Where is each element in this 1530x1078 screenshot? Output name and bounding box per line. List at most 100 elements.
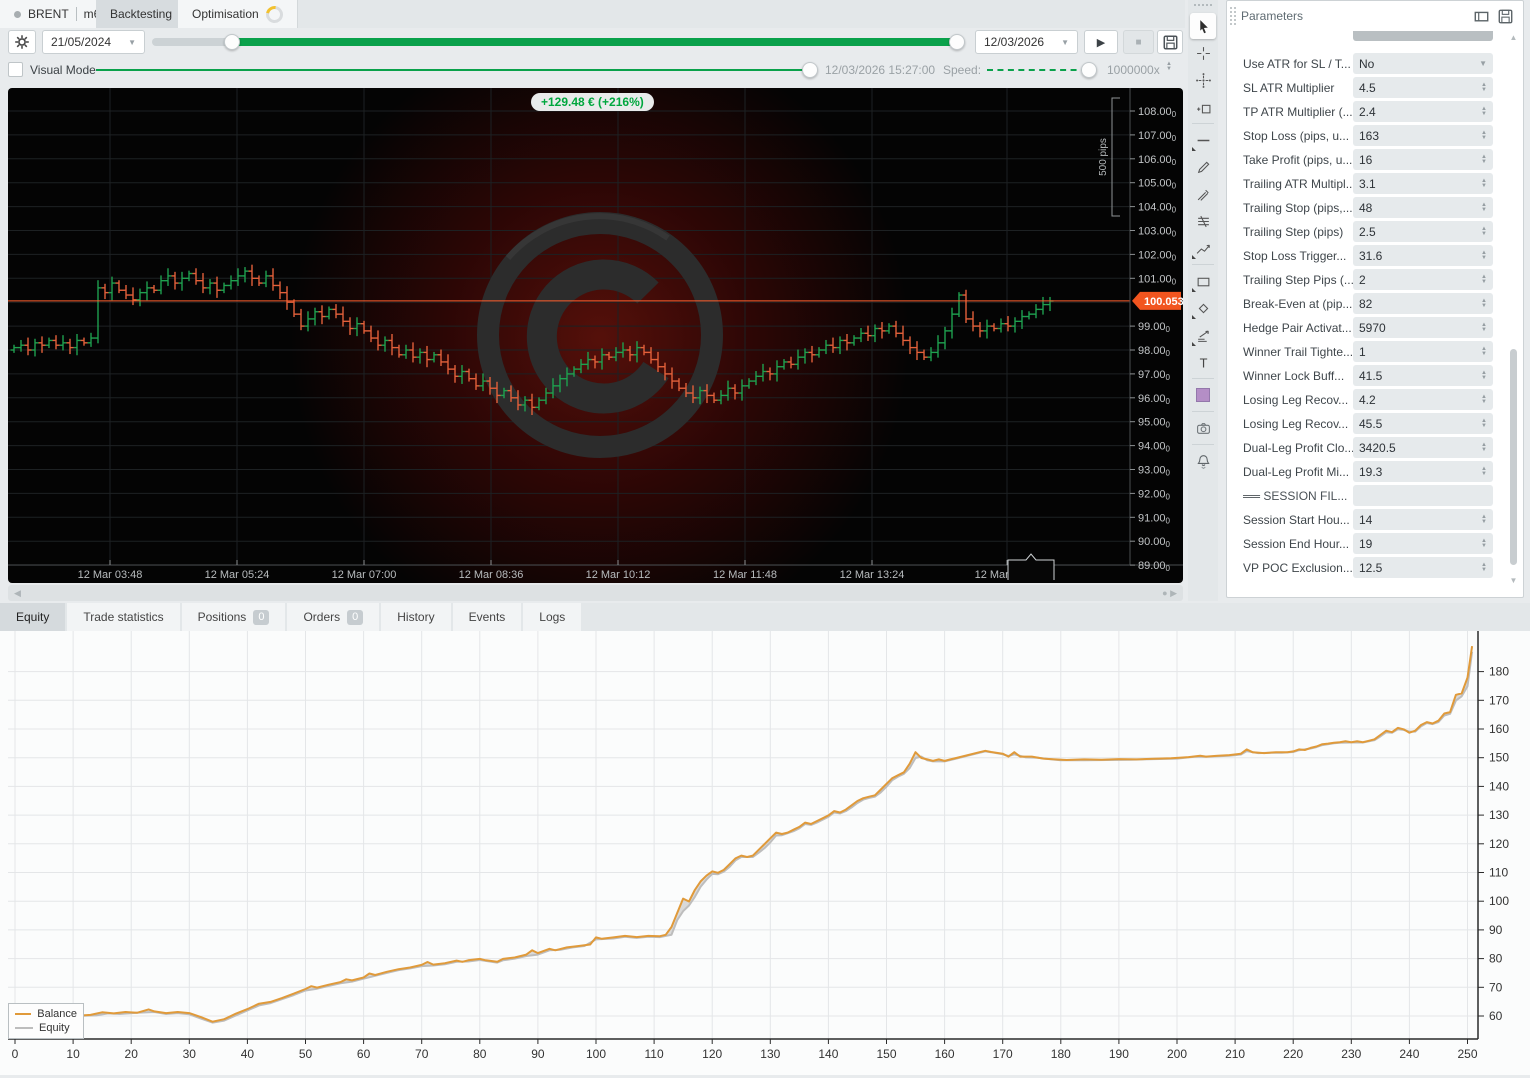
pencil-tool[interactable] [1190, 154, 1216, 180]
param-input[interactable]: 16 ▲ ▼ [1353, 149, 1493, 170]
param-input[interactable]: 1 ▲ ▼ [1353, 341, 1493, 362]
value-stepper[interactable]: ▲ ▼ [1481, 346, 1487, 357]
param-input[interactable]: 45.5 ▲ ▼ [1353, 413, 1493, 434]
value-stepper[interactable]: ▲ ▼ [1481, 274, 1487, 285]
value-stepper[interactable]: ▲ ▼ [1481, 130, 1487, 141]
pointer-tool[interactable] [1190, 13, 1216, 39]
svg-text:12 Mar 08:36: 12 Mar 08:36 [459, 569, 524, 581]
param-input[interactable]: 4.5 ▲ ▼ [1353, 77, 1493, 98]
param-input[interactable]: 82 ▲ ▼ [1353, 293, 1493, 314]
fibonacci-tool[interactable] [1190, 208, 1216, 234]
crosshair-tool[interactable] [1190, 40, 1216, 66]
param-input[interactable]: 48 ▲ ▼ [1353, 197, 1493, 218]
scroll-down-icon[interactable]: ▼ [1508, 576, 1519, 585]
value-stepper[interactable]: ▲ ▼ [1481, 514, 1487, 525]
period-slider-end-handle[interactable] [949, 34, 965, 50]
param-input[interactable]: 3.1 ▲ ▼ [1353, 173, 1493, 194]
param-input[interactable]: 3420.5 ▲ ▼ [1353, 437, 1493, 458]
magnet-tool[interactable] [1190, 94, 1216, 120]
param-input[interactable]: 19.3 ▲ ▼ [1353, 461, 1493, 482]
value-stepper[interactable]: ▲ ▼ [1481, 106, 1487, 117]
svg-text:100: 100 [586, 1047, 606, 1061]
tab-positions[interactable]: Positions 0 [181, 603, 286, 631]
color-swatch-tool[interactable] [1190, 382, 1216, 408]
svg-text:90: 90 [531, 1047, 545, 1061]
brush-tool[interactable] [1190, 181, 1216, 207]
value-stepper[interactable]: ▲ ▼ [1481, 178, 1487, 189]
param-input[interactable]: 4.2 ▲ ▼ [1353, 389, 1493, 410]
value-stepper[interactable]: ▲ ▼ [1481, 82, 1487, 93]
speed-stepper[interactable]: ▲ ▼ [1166, 61, 1172, 72]
value-stepper[interactable]: ▲ ▼ [1481, 226, 1487, 237]
param-input[interactable] [1353, 485, 1493, 506]
tab-trade-statistics[interactable]: Trade statistics [67, 603, 180, 631]
svg-text:130: 130 [1489, 808, 1509, 822]
tab-history[interactable]: History [381, 603, 451, 631]
value-stepper[interactable]: ▲ ▼ [1481, 538, 1487, 549]
param-input[interactable]: 41.5 ▲ ▼ [1353, 365, 1493, 386]
rectangle-tool[interactable] [1190, 268, 1216, 294]
tab-orders[interactable]: Orders 0 [287, 603, 380, 631]
play-button[interactable]: ▶ [1084, 30, 1118, 54]
visual-mode-checkbox[interactable] [8, 62, 23, 77]
scroll-right-controls[interactable]: ● ▶ [1162, 588, 1177, 599]
undock-panel-icon[interactable] [1474, 9, 1489, 24]
polyline-tool[interactable] [1190, 235, 1216, 261]
value-stepper[interactable]: ▲ ▼ [1481, 298, 1487, 309]
alerts-tool[interactable] [1190, 448, 1216, 474]
period-slider-start-handle[interactable] [224, 34, 240, 50]
value-stepper[interactable]: ▲ ▼ [1481, 154, 1487, 165]
svg-text:40: 40 [241, 1047, 255, 1061]
param-input[interactable]: 5970 ▲ ▼ [1353, 317, 1493, 338]
param-input[interactable]: 2 ▲ ▼ [1353, 269, 1493, 290]
projection-tool[interactable] [1190, 322, 1216, 348]
speed-slider[interactable] [987, 69, 1087, 71]
tab-optimisation[interactable]: Optimisation [178, 0, 298, 28]
tab-backtesting[interactable]: Backtesting [96, 0, 188, 28]
parameters-list: Use ATR for SL / T... No ▼ SL ATR Multiplie… [1227, 31, 1523, 597]
value-stepper[interactable]: ▲ ▼ [1481, 466, 1487, 477]
scroll-up-icon[interactable]: ▲ [1508, 33, 1519, 42]
save-parameters-icon[interactable] [1498, 9, 1513, 24]
value-stepper[interactable]: ▲ ▼ [1481, 562, 1487, 573]
tab-events[interactable]: Events [452, 603, 522, 631]
tab-logs[interactable]: Logs [523, 603, 582, 631]
value-stepper[interactable]: ▲ ▼ [1481, 442, 1487, 453]
param-input[interactable]: 12.5 ▲ ▼ [1353, 557, 1493, 578]
scroll-left-arrow-icon[interactable]: ◀ [14, 588, 21, 599]
save-report-button[interactable] [1157, 30, 1183, 54]
settings-button[interactable] [8, 30, 36, 54]
playback-position-handle[interactable] [802, 62, 818, 78]
param-input[interactable]: 31.6 ▲ ▼ [1353, 245, 1493, 266]
value-stepper[interactable]: ▲ ▼ [1481, 322, 1487, 333]
speed-slider-handle[interactable] [1081, 62, 1097, 78]
horizontal-line-tool[interactable] [1190, 127, 1216, 153]
playback-position-slider[interactable] [96, 69, 808, 71]
param-input[interactable]: 163 ▲ ▼ [1353, 125, 1493, 146]
svg-text:150: 150 [1489, 751, 1509, 765]
price-chart[interactable]: 89.000 90.000 91.000 92.000 93.000 94.000 95.0… [8, 88, 1183, 583]
value-stepper[interactable]: ▲ ▼ [1481, 202, 1487, 213]
tab-equity[interactable]: Equity [0, 603, 66, 631]
crosshair-snap-tool[interactable] [1190, 67, 1216, 93]
value-stepper[interactable]: ▲ ▼ [1481, 418, 1487, 429]
param-input[interactable]: 2.5 ▲ ▼ [1353, 221, 1493, 242]
start-date-select[interactable]: 21/05/2024 ▼ [42, 30, 145, 54]
svg-text:108.000: 108.000 [1138, 106, 1177, 119]
diamond-tool[interactable] [1190, 295, 1216, 321]
value-stepper[interactable]: ▲ ▼ [1481, 394, 1487, 405]
value-stepper[interactable]: ▲ ▼ [1481, 370, 1487, 381]
toolstrip-grip[interactable] [1194, 4, 1212, 9]
param-select[interactable]: No ▼ [1353, 53, 1493, 74]
chart-scrollbar[interactable]: ◀ ● ▶ [8, 585, 1183, 601]
text-tool[interactable]: T [1190, 349, 1216, 375]
scrollbar-thumb[interactable] [1510, 349, 1517, 565]
param-input[interactable]: 19 ▲ ▼ [1353, 533, 1493, 554]
parameters-scrollbar[interactable]: ▲ ▼ [1508, 33, 1519, 585]
value-stepper[interactable]: ▲ ▼ [1481, 250, 1487, 261]
stop-button[interactable]: ■ [1123, 30, 1154, 54]
param-input[interactable]: 2.4 ▲ ▼ [1353, 101, 1493, 122]
end-date-select[interactable]: 12/03/2026 ▼ [975, 30, 1078, 54]
snapshot-tool[interactable] [1190, 415, 1216, 441]
param-input[interactable]: 14 ▲ ▼ [1353, 509, 1493, 530]
